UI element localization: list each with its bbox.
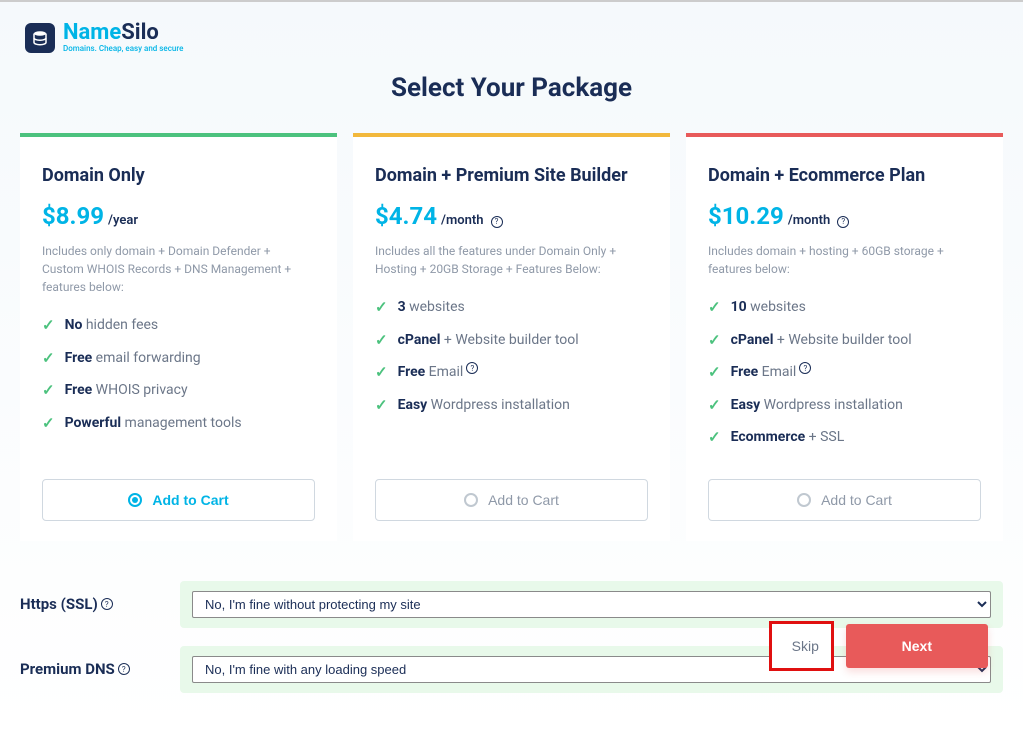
feature-list: ✓No hidden fees ✓Free email forwarding ✓… bbox=[42, 314, 315, 459]
check-icon: ✓ bbox=[42, 413, 55, 434]
check-icon: ✓ bbox=[708, 395, 721, 416]
check-icon: ✓ bbox=[708, 297, 721, 318]
ssl-select[interactable]: No, I'm fine without protecting my site bbox=[192, 591, 991, 618]
feature-item: ✓Free Email? bbox=[708, 361, 981, 383]
feature-item: ✓Powerful management tools bbox=[42, 412, 315, 434]
check-icon: ✓ bbox=[375, 297, 388, 318]
feature-list: ✓3 websites ✓cPanel + Website builder to… bbox=[375, 296, 648, 459]
check-icon: ✓ bbox=[42, 315, 55, 336]
feature-item: ✓No hidden fees bbox=[42, 314, 315, 336]
check-icon: ✓ bbox=[375, 330, 388, 351]
package-price: $10.29 bbox=[708, 202, 784, 230]
check-icon: ✓ bbox=[375, 395, 388, 416]
package-title: Domain + Premium Site Builder bbox=[375, 165, 648, 186]
feature-item: ✓Free email forwarding bbox=[42, 347, 315, 369]
help-icon[interactable]: ? bbox=[799, 362, 811, 374]
package-desc: Includes domain + hosting + 60GB storage… bbox=[708, 242, 981, 278]
package-desc: Includes only domain + Domain Defender +… bbox=[42, 242, 315, 296]
package-period: /month bbox=[441, 213, 483, 228]
dns-label: Premium DNS bbox=[20, 660, 115, 678]
package-period: /year bbox=[108, 213, 138, 228]
package-ecommerce: Domain + Ecommerce Plan $10.29 /month ? … bbox=[686, 133, 1003, 541]
check-icon: ✓ bbox=[42, 380, 55, 401]
help-icon[interactable]: ? bbox=[837, 216, 849, 228]
package-title: Domain + Ecommerce Plan bbox=[708, 165, 981, 186]
skip-button[interactable]: Skip bbox=[769, 621, 834, 671]
footer-buttons: Skip Next bbox=[769, 621, 988, 671]
package-domain-only: Domain Only $8.99 /year Includes only do… bbox=[20, 133, 337, 541]
logo-icon bbox=[25, 23, 55, 53]
package-desc: Includes all the features under Domain O… bbox=[375, 242, 648, 278]
logo-name-second: Silo bbox=[121, 20, 159, 45]
feature-item: ✓10 websites bbox=[708, 296, 981, 318]
radio-icon bbox=[128, 493, 142, 507]
help-icon[interactable]: ? bbox=[101, 598, 113, 610]
radio-icon bbox=[464, 493, 478, 507]
feature-item: ✓3 websites bbox=[375, 296, 648, 318]
feature-item: ✓Free WHOIS privacy bbox=[42, 379, 315, 401]
package-premium-site-builder: Domain + Premium Site Builder $4.74 /mon… bbox=[353, 133, 670, 541]
feature-item: ✓Easy Wordpress installation bbox=[708, 394, 981, 416]
radio-icon bbox=[797, 493, 811, 507]
page-title: Select Your Package bbox=[20, 73, 1003, 103]
check-icon: ✓ bbox=[375, 362, 388, 383]
add-to-cart-button[interactable]: Add to Cart bbox=[42, 479, 315, 521]
logo: NameSilo Domains. Cheap, easy and secure bbox=[20, 22, 1003, 53]
feature-item: ✓Free Email? bbox=[375, 361, 648, 383]
add-to-cart-button[interactable]: Add to Cart bbox=[375, 479, 648, 521]
feature-item: ✓cPanel + Website builder tool bbox=[708, 329, 981, 351]
check-icon: ✓ bbox=[42, 348, 55, 369]
ssl-label: Https (SSL) bbox=[20, 595, 98, 613]
logo-tagline: Domains. Cheap, easy and secure bbox=[63, 44, 183, 53]
next-button[interactable]: Next bbox=[846, 624, 988, 668]
help-icon[interactable]: ? bbox=[491, 216, 503, 228]
feature-item: ✓Easy Wordpress installation bbox=[375, 394, 648, 416]
package-price: $8.99 bbox=[42, 202, 104, 230]
package-period: /month bbox=[788, 213, 830, 228]
add-to-cart-button[interactable]: Add to Cart bbox=[708, 479, 981, 521]
feature-list: ✓10 websites ✓cPanel + Website builder t… bbox=[708, 296, 981, 459]
help-icon[interactable]: ? bbox=[118, 663, 130, 675]
check-icon: ✓ bbox=[708, 330, 721, 351]
help-icon[interactable]: ? bbox=[466, 362, 478, 374]
check-icon: ✓ bbox=[708, 427, 721, 448]
logo-name-first: Name bbox=[63, 20, 121, 45]
feature-item: ✓Ecommerce + SSL bbox=[708, 426, 981, 448]
feature-item: ✓cPanel + Website builder tool bbox=[375, 329, 648, 351]
package-price: $4.74 bbox=[375, 202, 437, 230]
check-icon: ✓ bbox=[708, 362, 721, 383]
package-title: Domain Only bbox=[42, 165, 315, 186]
packages-row: Domain Only $8.99 /year Includes only do… bbox=[20, 133, 1003, 541]
